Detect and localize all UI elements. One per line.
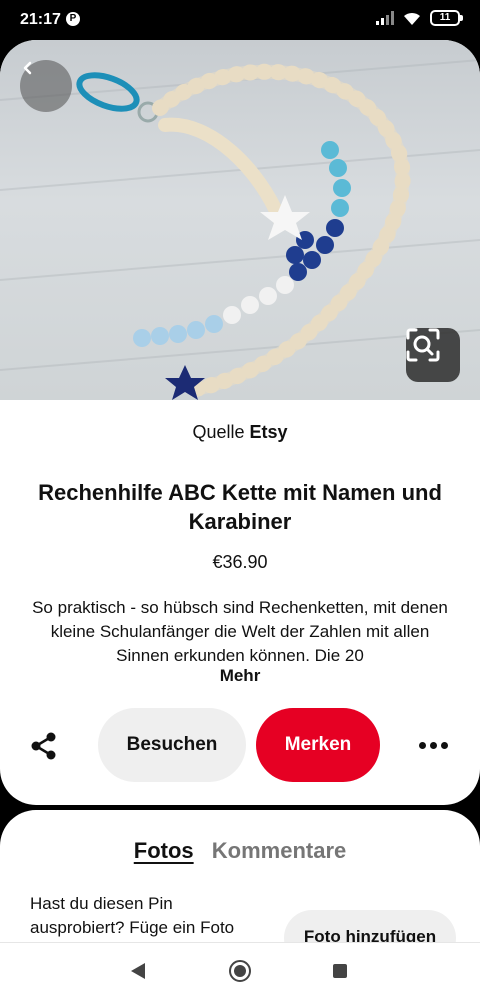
nav-home-icon[interactable] bbox=[229, 960, 251, 982]
save-button[interactable]: Merken bbox=[256, 708, 380, 782]
dot-icon bbox=[440, 741, 448, 749]
nav-recents-icon[interactable] bbox=[333, 964, 347, 978]
chevron-left-icon bbox=[23, 61, 32, 75]
system-nav-bar bbox=[0, 942, 480, 1000]
source-prefix: Quelle bbox=[192, 422, 245, 442]
tried-prompt: Hast du diesen Pin ausprobiert? Füge ein… bbox=[30, 894, 235, 937]
pin-description: So praktisch - so hübsch sind Rechenkett… bbox=[32, 598, 448, 665]
share-button[interactable] bbox=[24, 726, 64, 766]
wifi-icon bbox=[404, 12, 420, 25]
visit-button[interactable]: Besuchen bbox=[98, 708, 246, 782]
nav-back-icon[interactable] bbox=[131, 963, 145, 979]
lens-search-icon bbox=[406, 328, 440, 362]
pin-source[interactable]: Quelle Etsy bbox=[0, 422, 480, 443]
pinterest-icon: P bbox=[66, 12, 80, 26]
battery-icon: 11 bbox=[430, 10, 463, 26]
source-name: Etsy bbox=[249, 422, 288, 442]
pin-image[interactable] bbox=[0, 40, 480, 400]
status-icons: 11 bbox=[376, 10, 463, 26]
back-button[interactable] bbox=[20, 60, 72, 112]
status-bar: 21:17 P 11 bbox=[0, 0, 480, 40]
tab-photos[interactable]: Fotos bbox=[134, 838, 194, 863]
pin-title: Rechenhilfe ABC Kette mit Namen und Kara… bbox=[38, 480, 442, 534]
pin-price: €36.90 bbox=[212, 552, 268, 572]
signal-icon bbox=[376, 11, 394, 25]
dot-icon bbox=[429, 741, 437, 749]
status-time: 21:17 bbox=[20, 11, 61, 28]
share-icon bbox=[31, 732, 56, 760]
tab-bar: Fotos Kommentare bbox=[0, 838, 480, 864]
pin-card: Quelle Etsy Rechenhilfe ABC Kette mit Na… bbox=[0, 40, 480, 805]
more-options-button[interactable] bbox=[412, 730, 454, 760]
action-row: Besuchen Merken bbox=[0, 708, 480, 784]
tab-comments[interactable]: Kommentare bbox=[212, 838, 346, 863]
more-link[interactable]: Mehr bbox=[0, 666, 480, 686]
visual-search-button[interactable] bbox=[406, 328, 460, 382]
dot-icon bbox=[418, 741, 426, 749]
